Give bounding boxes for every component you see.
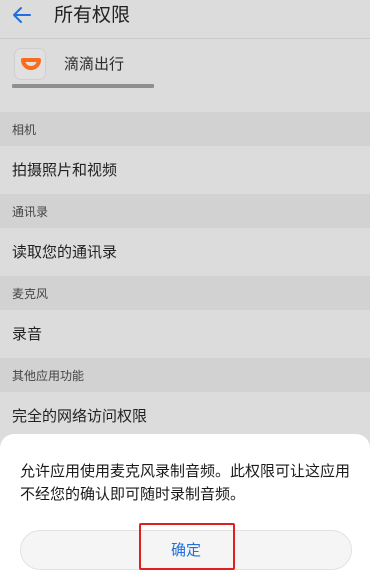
section-header-camera: 相机: [0, 112, 370, 146]
section-heading: 相机: [12, 123, 37, 137]
back-arrow-icon[interactable]: [10, 3, 34, 27]
section-heading: 通讯录: [12, 205, 49, 219]
permission-label: 录音: [12, 325, 43, 343]
permission-item-camera[interactable]: 拍摄照片和视频: [0, 146, 370, 194]
permission-label: 读取您的通讯录: [12, 243, 118, 261]
dialog-message: 允许应用使用麦克风录制音频。此权限可让这应用不经您的确认即可随时录制音频。: [20, 462, 351, 503]
top-bar: 所有权限: [0, 0, 370, 36]
permission-item-microphone[interactable]: 录音: [0, 310, 370, 358]
permission-label: 完全的网络访问权限: [12, 407, 148, 425]
app-name: 滴滴出行: [64, 55, 125, 73]
section-header-contacts: 通讯录: [0, 194, 370, 228]
permission-label: 拍摄照片和视频: [12, 161, 118, 179]
section-header-microphone: 麦克风: [0, 276, 370, 310]
app-header-row: 滴滴出行: [0, 40, 370, 88]
section-heading: 麦克风: [12, 287, 49, 301]
section-heading: 其他应用功能: [12, 369, 85, 383]
clipped-scrolled-text: [0, 84, 370, 92]
permission-item-contacts[interactable]: 读取您的通讯录: [0, 228, 370, 276]
divider: [0, 38, 370, 39]
permissions-screen: 所有权限 滴滴出行 相机 拍摄照片和视频 通讯录 读取您的通讯录 麦克风 录音 …: [0, 0, 370, 580]
didi-logo-icon: [14, 48, 46, 80]
permission-item-network[interactable]: 完全的网络访问权限: [0, 392, 370, 440]
highlight-box: [139, 523, 235, 570]
page-title: 所有权限: [54, 4, 131, 26]
section-header-other: 其他应用功能: [0, 358, 370, 392]
